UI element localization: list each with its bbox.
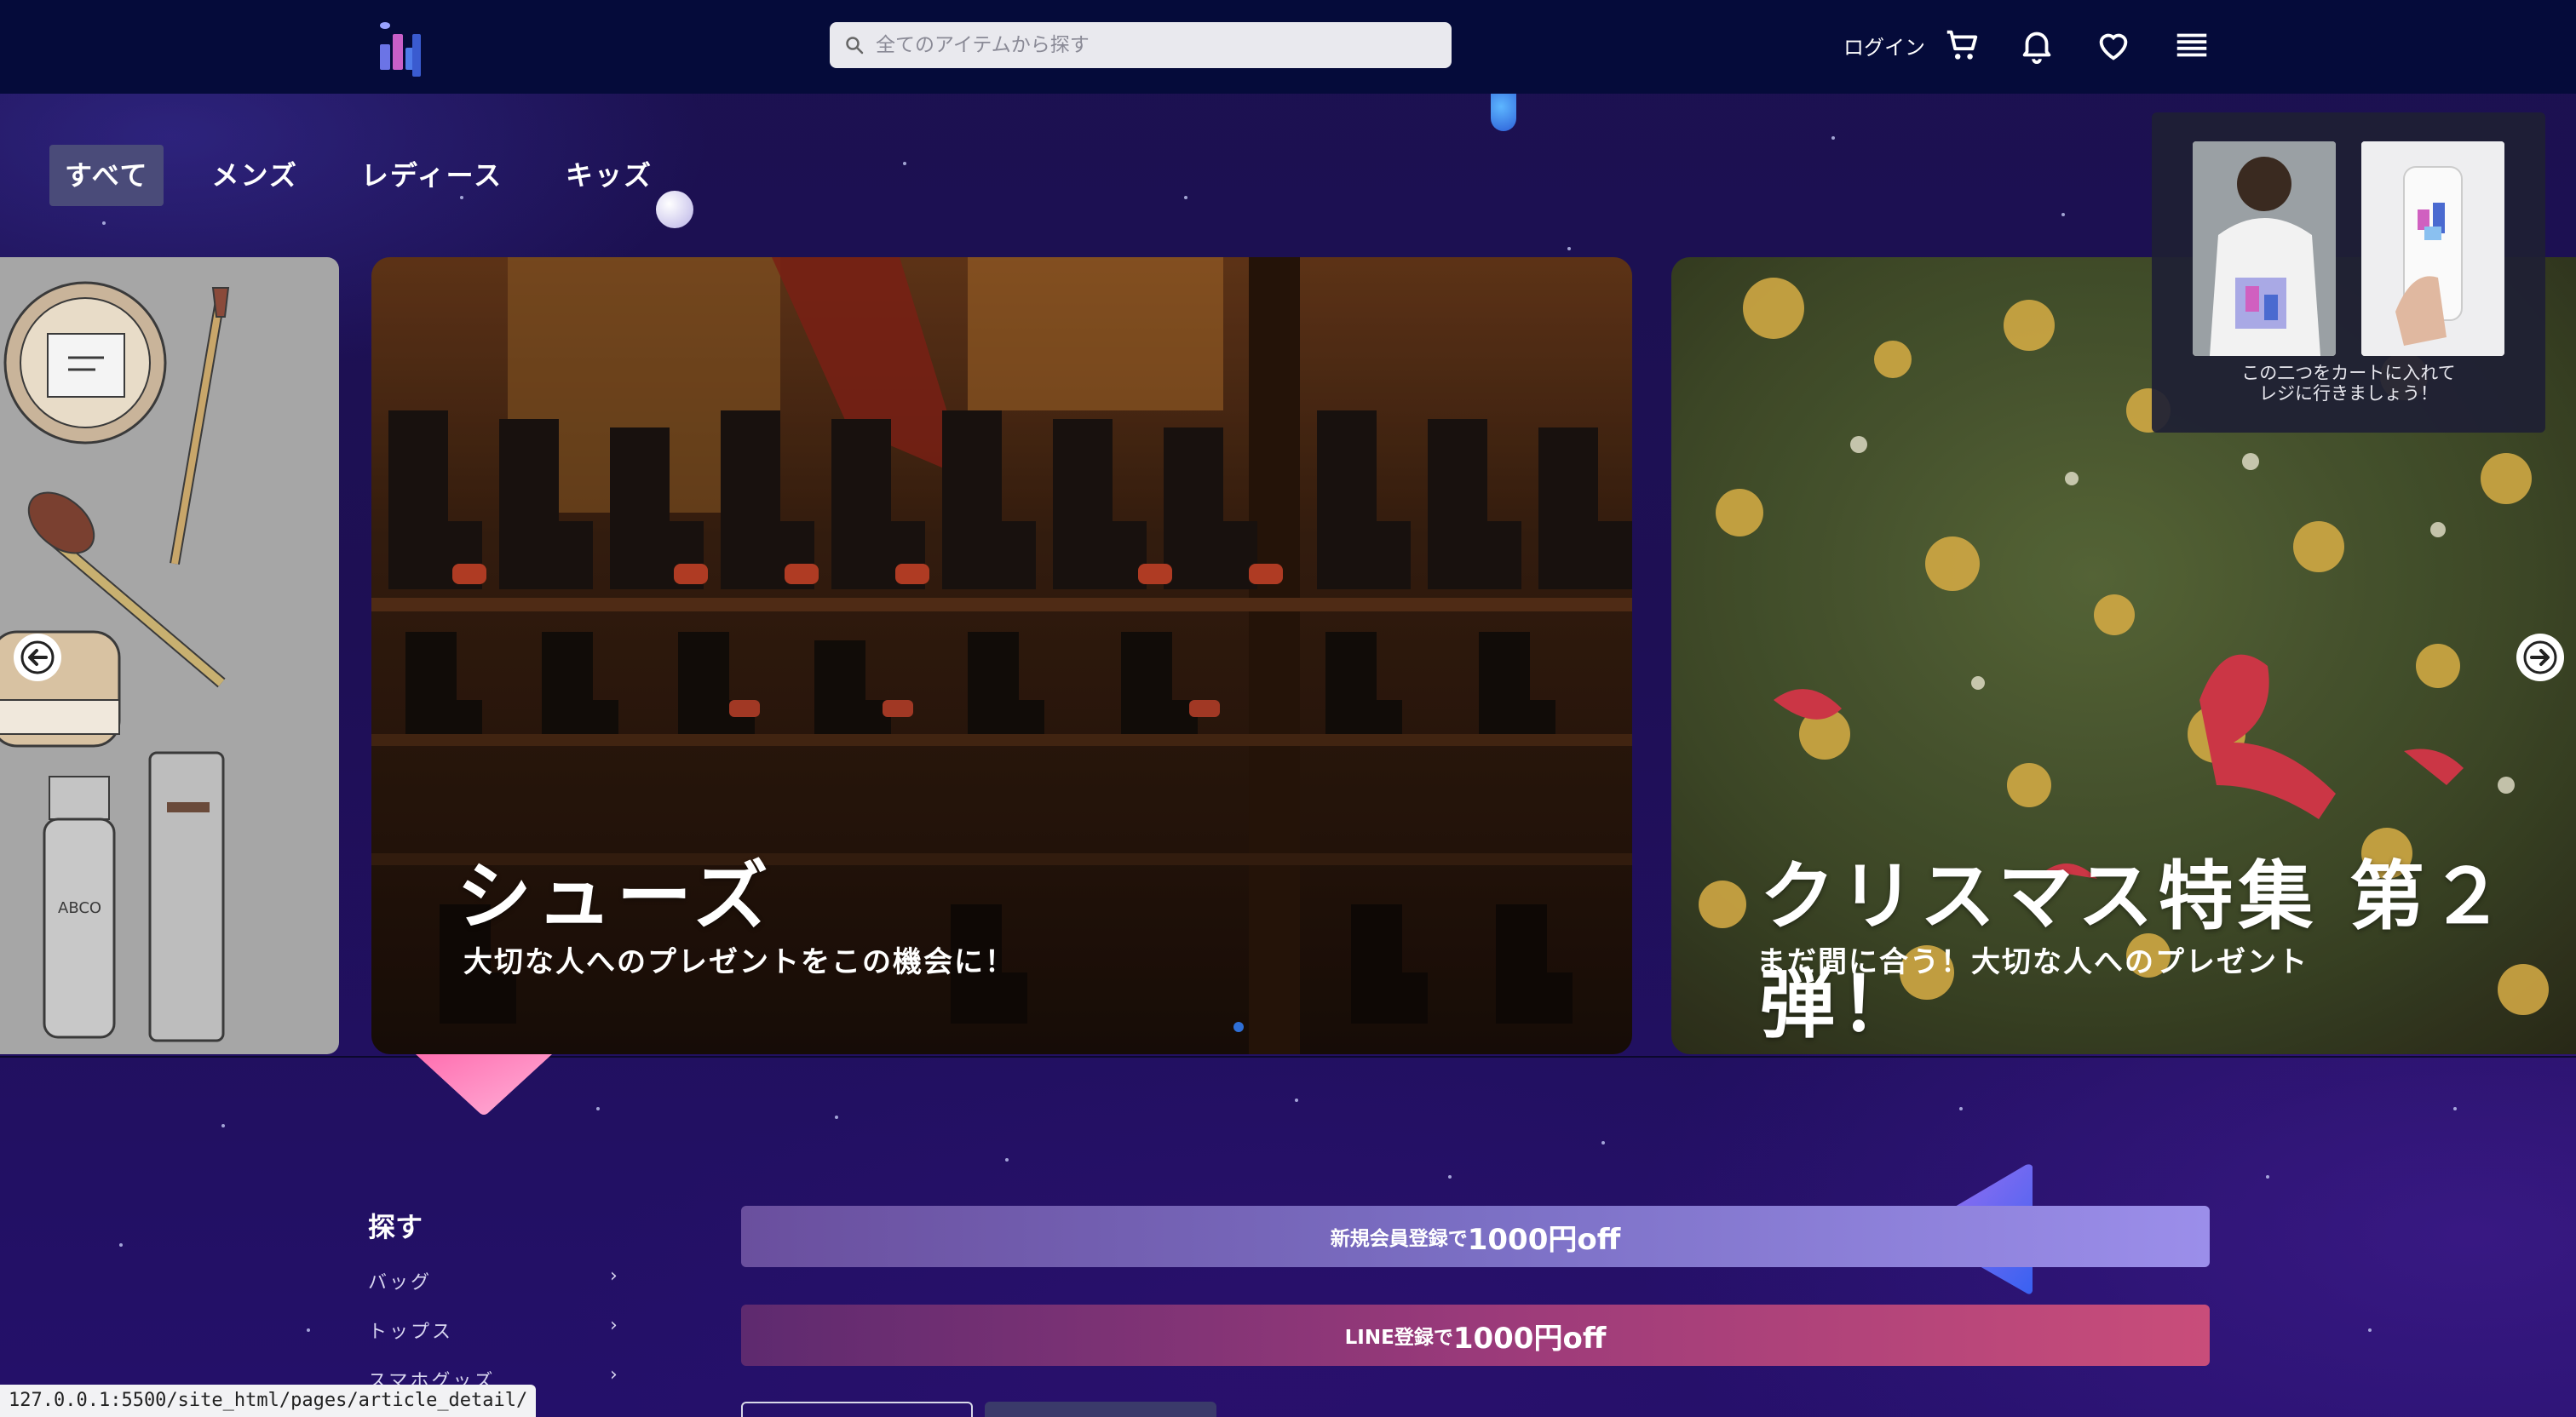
footer-button[interactable] bbox=[985, 1402, 1216, 1417]
promo-new-member[interactable]: 新規会員登録で 1000円off bbox=[741, 1206, 2210, 1267]
cart-suggestion-popup: この二つをカートに入れて レジに行きましょう！ bbox=[2152, 112, 2545, 433]
arrow-left-icon bbox=[20, 640, 55, 674]
find-heading: 探す bbox=[368, 1211, 423, 1243]
cart-icon[interactable] bbox=[1942, 26, 1981, 65]
search-bar[interactable] bbox=[830, 22, 1452, 68]
promo-text: LINE登録で bbox=[1344, 1327, 1453, 1349]
find-item-bag[interactable]: バッグ bbox=[368, 1267, 432, 1294]
popup-caption: この二つをカートに入れて レジに行きましょう！ bbox=[2152, 363, 2545, 404]
tab-all[interactable]: すべて bbox=[49, 145, 164, 206]
tab-mens[interactable]: メンズ bbox=[196, 145, 313, 206]
phonecase-product-image[interactable] bbox=[2361, 141, 2504, 356]
promo-amount: 1000円off bbox=[1452, 1321, 1607, 1356]
chevron-right-icon: › bbox=[610, 1315, 618, 1336]
tab-ladies[interactable]: レディース bbox=[346, 145, 518, 206]
svg-text:ABCO: ABCO bbox=[58, 899, 101, 917]
carousel-prev-button[interactable] bbox=[14, 634, 61, 681]
pink-triangle-decoration bbox=[416, 1054, 552, 1115]
category-tabs: すべて メンズ レディース キッズ bbox=[49, 145, 700, 206]
hoodie-product-image[interactable] bbox=[2193, 141, 2336, 356]
find-item-tops[interactable]: トップス bbox=[368, 1317, 453, 1344]
top-header: ログイン bbox=[0, 0, 2576, 94]
slide-subtitle: まだ間に合う！大切な人へのプレゼント bbox=[1757, 945, 2309, 979]
slide-title: シューズ bbox=[457, 852, 773, 940]
search-icon bbox=[846, 37, 864, 54]
status-bar-url: 127.0.0.1:5500/site_html/pages/article_d… bbox=[0, 1385, 537, 1417]
tab-kids[interactable]: キッズ bbox=[550, 145, 668, 206]
carousel-dot[interactable] bbox=[1233, 1022, 1244, 1032]
slide-shoes[interactable]: シューズ 大切な人へのプレゼントをこの機会に！ bbox=[371, 257, 1632, 1054]
chevron-right-icon: › bbox=[610, 1364, 618, 1385]
login-link[interactable]: ログイン bbox=[1843, 31, 1925, 60]
footer-button[interactable] bbox=[741, 1402, 973, 1417]
popup-caption-line1: この二つをカートに入れて bbox=[2241, 363, 2456, 383]
bell-icon[interactable] bbox=[2017, 26, 2056, 65]
menu-icon[interactable] bbox=[2172, 26, 2211, 65]
arrow-right-icon bbox=[2523, 640, 2557, 674]
section-divider bbox=[0, 1056, 2576, 1058]
heart-icon[interactable] bbox=[2094, 26, 2133, 65]
site-logo[interactable] bbox=[380, 22, 426, 77]
blue-orb bbox=[1491, 90, 1516, 131]
carousel-next-button[interactable] bbox=[2516, 634, 2564, 681]
chevron-right-icon: › bbox=[610, 1265, 618, 1287]
promo-amount: 1000円off bbox=[1467, 1222, 1621, 1257]
slide-subtitle: 大切な人へのプレゼントをこの機会に！ bbox=[463, 945, 1015, 979]
search-input[interactable] bbox=[876, 34, 1421, 56]
promo-line[interactable]: LINE登録で 1000円off bbox=[741, 1305, 2210, 1366]
promo-text: 新規会員登録で bbox=[1330, 1228, 1468, 1250]
popup-caption-line2: レジに行きましょう！ bbox=[2259, 383, 2438, 404]
